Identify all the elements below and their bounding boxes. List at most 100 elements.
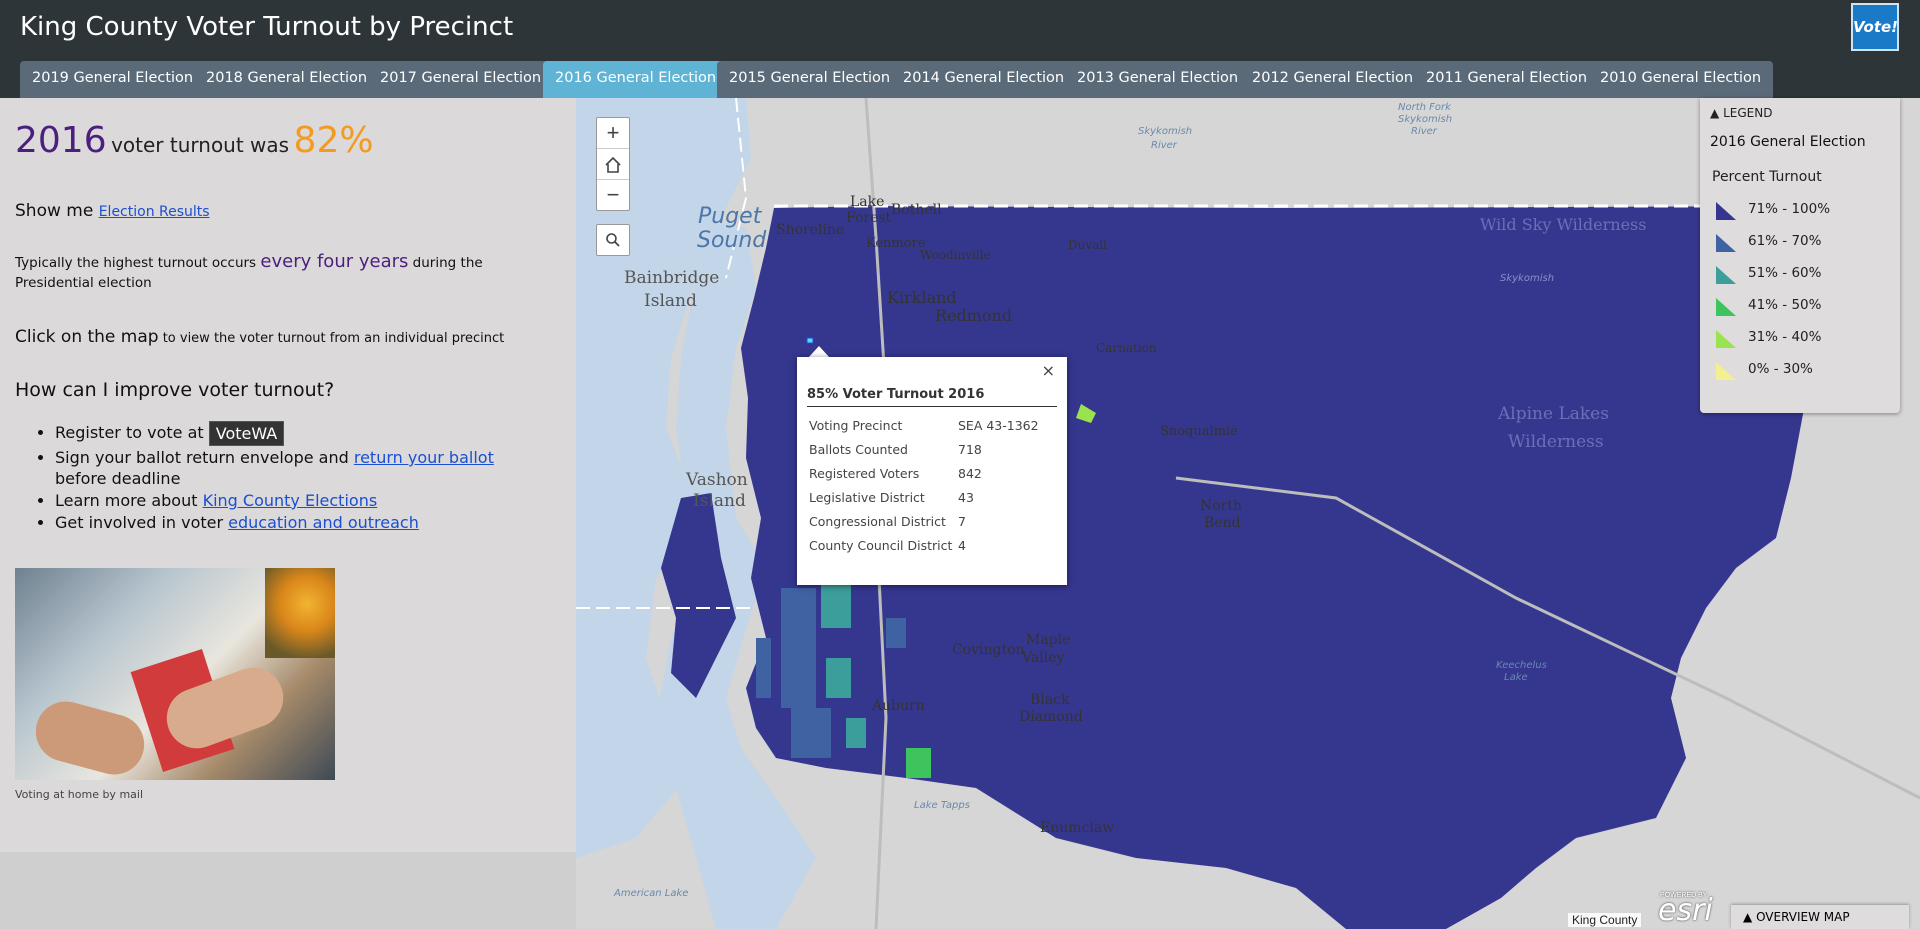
popup-key: Ballots Counted xyxy=(809,441,908,457)
vote-logo[interactable]: Vote! xyxy=(1851,3,1899,51)
click-bold: Click on the map xyxy=(15,327,159,347)
label-bothell: Bothell xyxy=(891,202,942,218)
typical-emph: every four years xyxy=(260,251,409,272)
tip-text: before deadline xyxy=(55,469,181,488)
tip-text: Sign your ballot return envelope and xyxy=(55,448,354,467)
tab-2015[interactable]: 2015 General Election xyxy=(717,61,903,98)
tab-2010[interactable]: 2010 General Election xyxy=(1588,61,1774,98)
legend-label: 0% - 30% xyxy=(1748,361,1813,377)
election-results-link[interactable]: Election Results xyxy=(99,204,210,220)
popup-key: Registered Voters xyxy=(809,465,920,481)
home-icon xyxy=(605,157,621,173)
photo-caption: Voting at home by mail xyxy=(15,788,144,801)
label-north-bend: North xyxy=(1200,498,1243,514)
legend-swatch xyxy=(1716,298,1736,316)
label-skykomish-river: Skykomish xyxy=(1138,126,1193,137)
king-county-elections-link[interactable]: King County Elections xyxy=(203,491,378,510)
legend-swatch xyxy=(1716,202,1736,220)
tab-2012[interactable]: 2012 General Election xyxy=(1240,61,1426,98)
list-item: Register to vote at VoteWA xyxy=(55,421,545,446)
label-kirkland: Kirkland xyxy=(887,288,957,307)
how-heading: How can I improve voter turnout? xyxy=(15,379,335,401)
flower-decor xyxy=(265,568,335,658)
label-bainbridge: Bainbridge xyxy=(624,268,720,288)
summary-year: 2016 xyxy=(15,120,107,161)
legend-label: 31% - 40% xyxy=(1748,329,1822,345)
home-button[interactable] xyxy=(597,149,629,180)
popup-key: Legislative District xyxy=(809,489,925,505)
esri-logo[interactable]: esri xyxy=(1658,893,1713,928)
popup-value: SEA 43-1362 xyxy=(958,417,1039,433)
precinct-popup: × 85% Voter Turnout 2016 Voting Precinct… xyxy=(797,357,1067,585)
label-north-bend-2: Bend xyxy=(1204,515,1241,531)
popup-key: Voting Precinct xyxy=(809,417,903,433)
label-skykomish: Skykomish xyxy=(1500,273,1555,284)
popup-value: 842 xyxy=(958,465,982,481)
list-item: Sign your ballot return envelope and ret… xyxy=(55,447,545,489)
table-row: Registered Voters 842 xyxy=(807,461,1041,485)
legend-panel: ▲ LEGEND 2016 General Election Percent T… xyxy=(1700,98,1900,413)
show-me-line: Show me Election Results xyxy=(15,201,210,221)
label-kenmore: Kenmore xyxy=(866,236,926,251)
summary-percent: 82% xyxy=(293,120,374,161)
label-puget: Puget xyxy=(698,204,762,229)
tab-2011[interactable]: 2011 General Election xyxy=(1414,61,1600,98)
legend-field: Percent Turnout xyxy=(1712,169,1822,185)
typical-prefix: Typically the highest turnout occurs xyxy=(15,255,261,271)
legend-swatch xyxy=(1716,362,1736,380)
app-header: King County Voter Turnout by Precinct Vo… xyxy=(0,0,1920,98)
overview-map-toggle[interactable]: ▲ OVERVIEW MAP xyxy=(1731,905,1909,929)
votewa-logo[interactable]: VoteWA xyxy=(208,421,285,446)
search-button[interactable] xyxy=(596,224,630,256)
label-keechelus-2: Lake xyxy=(1504,672,1528,683)
label-maple-valley: Maple xyxy=(1026,632,1071,648)
tab-2016[interactable]: 2016 General Election xyxy=(543,61,729,98)
label-black-diamond-2: Diamond xyxy=(1019,709,1083,725)
overview-label: OVERVIEW MAP xyxy=(1756,910,1850,924)
label-north-fork: North Fork xyxy=(1398,102,1451,113)
education-outreach-link[interactable]: education and outreach xyxy=(228,513,419,532)
tab-2019[interactable]: 2019 General Election xyxy=(20,61,206,98)
legend-swatch xyxy=(1716,266,1736,284)
label-covington: Covington xyxy=(952,642,1025,658)
label-vashon: Vashon xyxy=(686,470,748,490)
close-icon[interactable]: × xyxy=(1042,361,1055,380)
label-island: Island xyxy=(644,291,697,311)
legend-label: 51% - 60% xyxy=(1748,265,1822,281)
legend-swatch xyxy=(1716,330,1736,348)
tip-text: Register to vote at xyxy=(55,423,209,442)
label-keechelus: Keechelus xyxy=(1496,660,1547,671)
label-shoreline: Shoreline xyxy=(776,222,845,238)
label-north-fork-3: River xyxy=(1411,126,1437,137)
label-wild-sky: Wild Sky Wilderness xyxy=(1480,215,1647,234)
chevron-up-icon: ▲ xyxy=(1710,106,1720,120)
tip-text: Learn more about xyxy=(55,491,203,510)
tab-2018[interactable]: 2018 General Election xyxy=(194,61,380,98)
label-carnation: Carnation xyxy=(1096,341,1157,355)
summary-label: voter turnout was xyxy=(111,133,290,157)
list-item: Get involved in voter education and outr… xyxy=(55,512,545,533)
legend-header[interactable]: ▲ LEGEND xyxy=(1710,106,1772,120)
popup-table: Voting Precinct SEA 43-1362 Ballots Count… xyxy=(807,413,1041,557)
zoom-out-button[interactable]: − xyxy=(597,180,629,210)
zoom-in-button[interactable]: + xyxy=(597,118,629,149)
show-me-prefix: Show me xyxy=(15,201,99,221)
tab-2013[interactable]: 2013 General Election xyxy=(1065,61,1251,98)
info-panel: 2016 voter turnout was 82% Show me Elect… xyxy=(0,98,576,852)
label-vashon-island: Island xyxy=(693,491,746,511)
label-lake-forest: Lake xyxy=(850,194,885,210)
chevron-up-icon: ▲ xyxy=(1743,910,1753,924)
return-ballot-link[interactable]: return your ballot xyxy=(354,448,494,467)
popup-value: 4 xyxy=(958,537,966,553)
label-auburn: Auburn xyxy=(872,698,925,714)
label-north-fork-2: Skykomish xyxy=(1398,114,1453,125)
list-item: Learn more about King County Elections xyxy=(55,490,545,511)
popup-value: 43 xyxy=(958,489,974,505)
turnout-summary: 2016 voter turnout was 82% xyxy=(15,120,374,161)
tips-list: Register to vote at VoteWA Sign your bal… xyxy=(15,421,545,534)
zoom-controls: + − xyxy=(596,117,630,211)
label-snoqualmie: Snoqualmie xyxy=(1160,424,1238,439)
tab-2014[interactable]: 2014 General Election xyxy=(891,61,1077,98)
voting-photo xyxy=(15,568,335,780)
tab-2017[interactable]: 2017 General Election xyxy=(368,61,554,98)
